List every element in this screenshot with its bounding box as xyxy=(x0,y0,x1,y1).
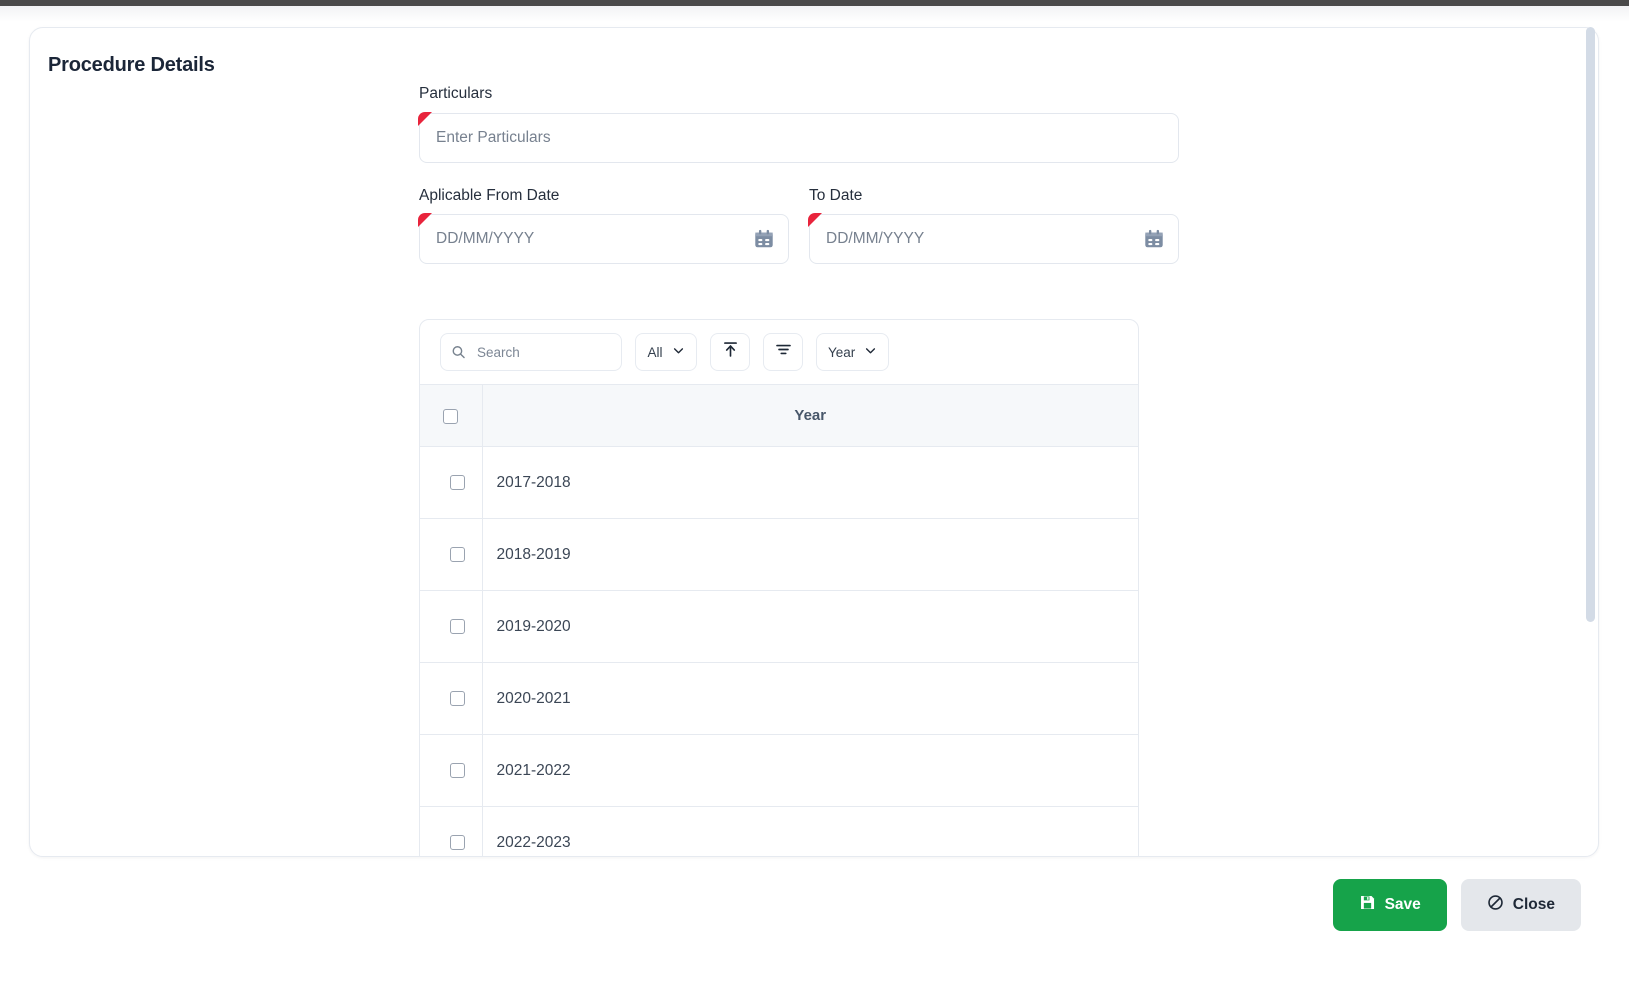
export-button[interactable] xyxy=(710,333,750,371)
filter-button[interactable] xyxy=(763,333,803,371)
column-select[interactable]: Year xyxy=(816,333,890,371)
field-to-date: To Date xyxy=(808,186,1179,265)
prohibited-icon xyxy=(1487,894,1504,916)
footer-actions: Save Close xyxy=(1332,879,1581,931)
particulars-input[interactable] xyxy=(419,112,1179,163)
window-top-shade xyxy=(0,6,1629,22)
table-row[interactable]: 2020-2021 xyxy=(420,662,1138,735)
year-table: Year 2017-2018 2018-2019 2019-2020 2020-202… xyxy=(420,384,1138,856)
row-year-cell: 2020-2021 xyxy=(482,662,1138,735)
field-applicable-from-date: Aplicable From Date xyxy=(418,186,789,265)
close-button[interactable]: Close xyxy=(1460,879,1581,931)
select-all-cell xyxy=(420,384,483,447)
save-button[interactable]: Save xyxy=(1332,879,1447,931)
table-header-row: Year xyxy=(420,384,1138,447)
field-particulars: Particulars xyxy=(418,85,1179,163)
applicable-from-date-input[interactable] xyxy=(419,214,789,265)
search-box xyxy=(440,333,622,371)
table-row[interactable]: 2022-2023 xyxy=(420,806,1138,856)
page-title: Procedure Details xyxy=(48,54,215,76)
scope-select-label: All xyxy=(647,344,663,360)
close-button-label: Close xyxy=(1512,896,1555,913)
particulars-label: Particulars xyxy=(419,85,493,102)
row-checkbox-cell xyxy=(420,590,483,663)
row-checkbox-cell xyxy=(420,518,483,591)
table-row[interactable]: 2021-2022 xyxy=(420,734,1138,807)
year-table-panel: All xyxy=(419,319,1139,856)
export-up-icon xyxy=(721,340,740,364)
row-year-cell: 2022-2023 xyxy=(496,833,571,851)
scope-select[interactable]: All xyxy=(635,333,697,371)
dates-row: Aplicable From Date DD/MM/YYYY To Date D… xyxy=(418,186,1179,265)
chevron-down-icon xyxy=(864,344,877,360)
row-checkbox-cell xyxy=(420,734,483,807)
page-scrollbar-thumb[interactable] xyxy=(1586,27,1595,622)
page-scrollbar-track[interactable] xyxy=(1586,27,1595,855)
save-button-label: Save xyxy=(1384,896,1421,913)
search-input[interactable] xyxy=(440,333,622,371)
filter-icon xyxy=(774,340,793,364)
applicable-from-date-label: Aplicable From Date xyxy=(419,186,560,204)
year-column-header[interactable]: Year xyxy=(482,384,1138,447)
row-checkbox[interactable] xyxy=(450,474,466,490)
chevron-down-icon xyxy=(672,344,685,360)
form-column: Particulars Aplicable From Date xyxy=(418,85,1179,265)
procedure-details-card: Procedure Details Particulars Aplicable … xyxy=(29,27,1599,857)
row-checkbox[interactable] xyxy=(450,690,466,706)
row-checkbox[interactable] xyxy=(450,762,466,778)
to-date-label: To Date xyxy=(809,186,863,204)
row-checkbox[interactable] xyxy=(450,618,466,634)
table-row[interactable]: 2017-2018 xyxy=(420,446,1138,519)
table-row[interactable]: 2018-2019 xyxy=(420,518,1138,591)
row-year-cell: 2021-2022 xyxy=(482,734,1138,807)
row-checkbox[interactable] xyxy=(450,835,466,851)
row-year-cell: 2018-2019 xyxy=(482,518,1138,591)
table-toolbar: All xyxy=(420,320,1138,384)
to-date-input[interactable] xyxy=(809,214,1179,265)
row-year-cell: 2019-2020 xyxy=(482,590,1138,663)
table-row[interactable]: 2019-2020 xyxy=(420,590,1138,663)
column-select-label: Year xyxy=(828,344,856,360)
select-all-checkbox[interactable] xyxy=(443,408,459,424)
table-body: 2017-2018 2018-2019 2019-2020 2020-2021 2021… xyxy=(420,446,1138,856)
row-checkbox-cell xyxy=(420,806,483,856)
row-checkbox[interactable] xyxy=(450,546,466,562)
row-year-cell: 2017-2018 xyxy=(482,446,1138,519)
row-checkbox-cell xyxy=(420,446,483,519)
row-checkbox-cell xyxy=(420,662,483,735)
save-disk-icon xyxy=(1359,894,1376,916)
